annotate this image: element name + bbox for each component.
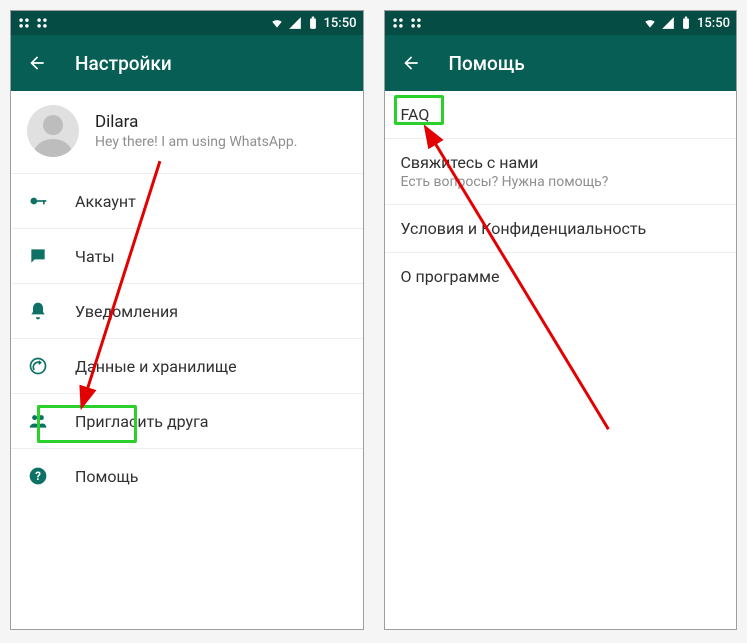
back-icon[interactable] — [27, 53, 47, 73]
help-label: FAQ — [401, 105, 721, 124]
help-item-about[interactable]: О программе — [385, 253, 737, 300]
menu-label: Аккаунт — [75, 192, 136, 211]
battery-icon — [679, 16, 693, 30]
help-menu: FAQ Свяжитесь с нами Есть вопросы? Нужна… — [385, 91, 737, 300]
settings-menu: Аккаунт Чаты Уведомления Данные и хранил… — [11, 174, 363, 503]
status-time: 15:50 — [697, 16, 730, 31]
chat-icon — [27, 245, 49, 267]
menu-label: Уведомления — [75, 302, 178, 321]
people-icon — [27, 410, 49, 432]
battery-icon — [306, 16, 320, 30]
help-icon: ? — [27, 465, 49, 487]
statusbar: 15:50 — [385, 11, 737, 35]
bell-icon — [27, 300, 49, 322]
profile-row[interactable]: Dilara Hey there! I am using WhatsApp. — [11, 91, 363, 174]
status-time: 15:50 — [324, 16, 357, 31]
avatar — [27, 105, 79, 157]
help-label: Условия и Конфиденциальность — [401, 219, 721, 238]
menu-item-notifications[interactable]: Уведомления — [11, 284, 363, 339]
menu-item-account[interactable]: Аккаунт — [11, 174, 363, 229]
help-label: Свяжитесь с нами — [401, 153, 721, 172]
help-label: О программе — [401, 267, 721, 286]
profile-name: Dilara — [95, 112, 297, 132]
menu-label: Чаты — [75, 247, 115, 266]
svg-text:?: ? — [35, 469, 41, 483]
menu-label: Данные и хранилище — [75, 357, 237, 376]
help-item-faq[interactable]: FAQ — [385, 91, 737, 139]
help-item-terms[interactable]: Условия и Конфиденциальность — [385, 205, 737, 253]
menu-label: Помощь — [75, 467, 138, 486]
wifi-icon — [270, 16, 284, 30]
data-icon — [27, 355, 49, 377]
page-title: Настройки — [75, 52, 172, 75]
profile-status: Hey there! I am using WhatsApp. — [95, 134, 297, 150]
help-sub: Есть вопросы? Нужна помощь? — [401, 174, 721, 190]
appbar: Настройки — [11, 35, 363, 91]
help-item-contact[interactable]: Свяжитесь с нами Есть вопросы? Нужна пом… — [385, 139, 737, 205]
cell-icon — [288, 16, 302, 30]
appbar: Помощь — [385, 35, 737, 91]
key-icon — [27, 190, 49, 212]
menu-item-invite[interactable]: Пригласить друга — [11, 394, 363, 449]
page-title: Помощь — [449, 52, 525, 75]
wifi-icon — [643, 16, 657, 30]
back-icon[interactable] — [401, 53, 421, 73]
menu-item-chats[interactable]: Чаты — [11, 229, 363, 284]
menu-label: Пригласить друга — [75, 412, 209, 431]
menu-item-data[interactable]: Данные и хранилище — [11, 339, 363, 394]
statusbar: 15:50 — [11, 11, 363, 35]
cell-icon — [661, 16, 675, 30]
phone-settings: 15:50 Настройки Dilara Hey there! I am u… — [10, 10, 364, 630]
menu-item-help[interactable]: ? Помощь — [11, 449, 363, 503]
phone-help: 15:50 Помощь FAQ Свяжитесь с нами Есть в… — [384, 10, 738, 630]
